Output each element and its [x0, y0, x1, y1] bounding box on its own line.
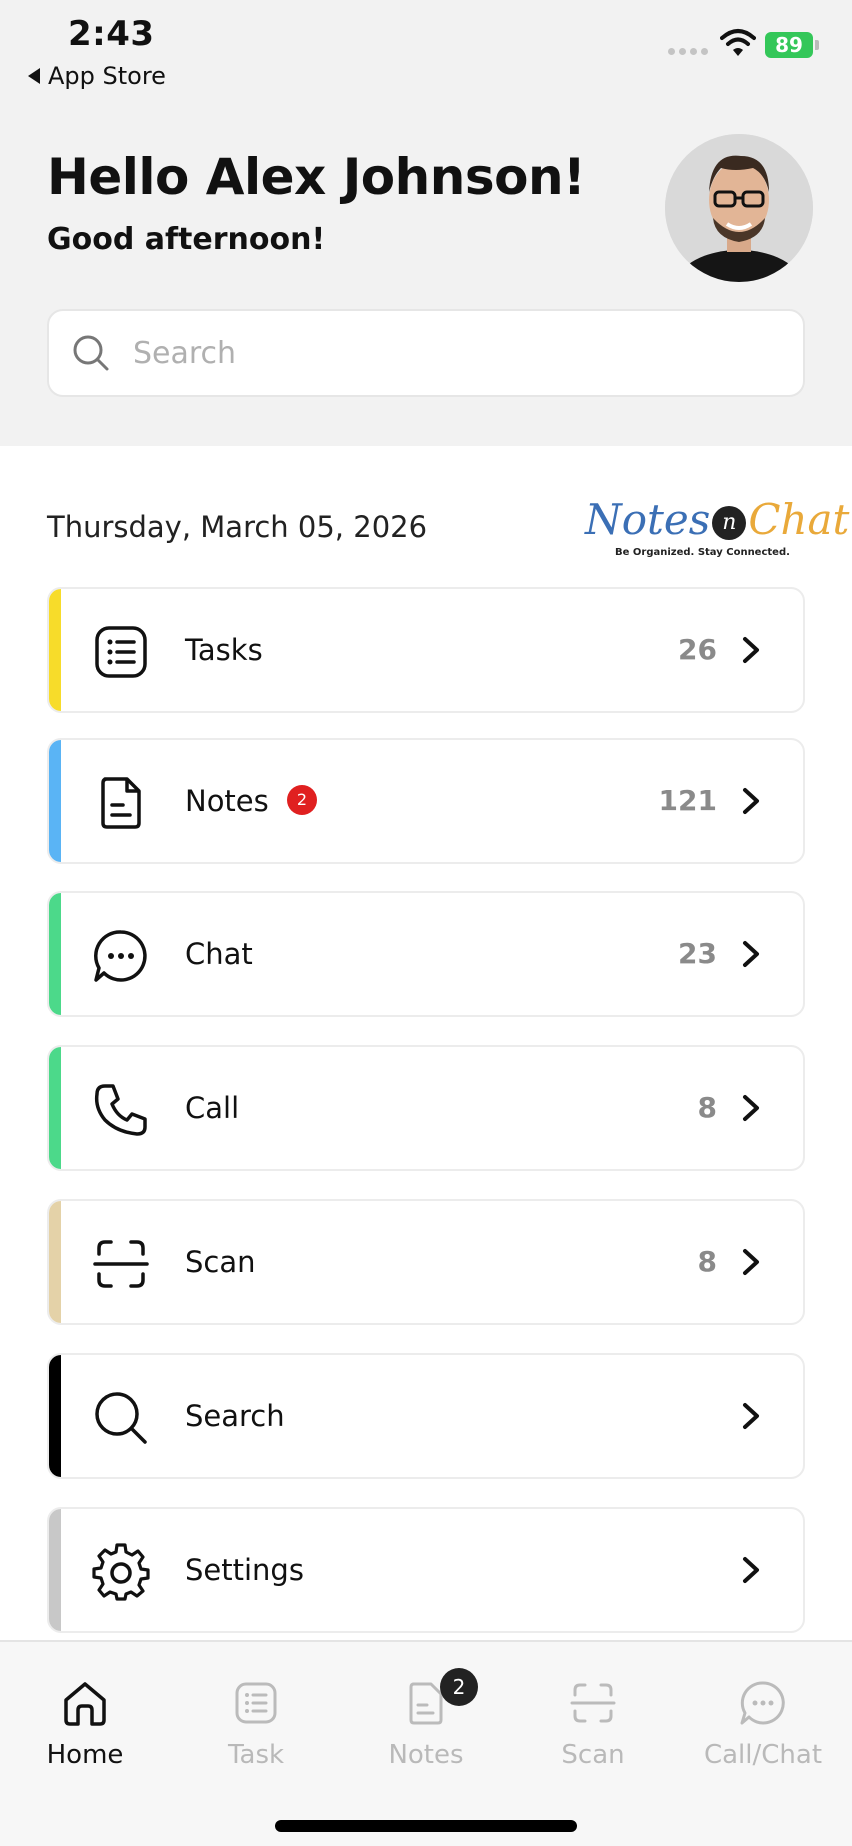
back-to-app-store[interactable]: App Store — [28, 62, 166, 90]
scan-icon — [570, 1683, 616, 1723]
chevron-right-icon — [743, 941, 759, 967]
cellular-signal-icon — [668, 48, 708, 55]
tab-label: Scan — [561, 1740, 625, 1770]
list-icon — [235, 1682, 277, 1724]
note-icon — [101, 777, 141, 829]
chevron-right-icon — [743, 637, 759, 663]
current-date: Thursday, March 05, 2026 — [47, 510, 428, 544]
menu-item-call[interactable]: Call 8 — [47, 1045, 805, 1171]
tab-home[interactable]: Home — [15, 1678, 155, 1770]
accent-bar — [49, 1201, 61, 1323]
tab-bar: Home Task 2 Notes Scan Call/Chat — [0, 1640, 852, 1846]
accent-bar — [49, 1355, 61, 1477]
search-placeholder: Search — [133, 335, 237, 371]
menu-item-label: Scan — [185, 1245, 256, 1279]
tab-scan[interactable]: Scan — [523, 1678, 663, 1770]
menu-item-label: Settings — [185, 1553, 304, 1587]
chevron-right-icon — [743, 788, 759, 814]
avatar-portrait — [665, 134, 813, 282]
tab-label: Call/Chat — [703, 1740, 823, 1770]
accent-bar — [49, 1047, 61, 1169]
menu-item-settings[interactable]: Settings — [47, 1507, 805, 1633]
status-time: 2:43 — [68, 14, 155, 54]
avatar[interactable] — [665, 134, 813, 282]
accent-bar — [49, 893, 61, 1015]
menu-item-label: Notes — [185, 784, 269, 818]
notification-badge: 2 — [287, 785, 317, 815]
menu-item-count: 121 — [658, 784, 717, 817]
tab-call-chat[interactable]: Call/Chat — [693, 1678, 833, 1770]
list-icon — [95, 626, 147, 678]
menu-item-search[interactable]: Search — [47, 1353, 805, 1479]
home-icon — [64, 1682, 106, 1726]
menu-item-count: 23 — [678, 937, 717, 970]
chevron-right-icon — [743, 1095, 759, 1121]
tab-label: Task — [227, 1740, 285, 1770]
logo-wordmark: Notes n Chat — [585, 495, 850, 544]
menu-item-tasks[interactable]: Tasks 26 — [47, 587, 805, 713]
accent-bar — [49, 740, 61, 862]
menu-item-label: Call — [185, 1091, 240, 1125]
tab-label: Notes — [388, 1740, 464, 1770]
menu-item-label: Search — [185, 1399, 285, 1433]
scan-icon — [93, 1240, 149, 1288]
back-arrow-icon — [28, 68, 40, 84]
chat-bubble-icon — [740, 1681, 785, 1725]
menu-item-label: Tasks — [185, 633, 263, 667]
accent-bar — [49, 1509, 61, 1631]
search-input[interactable]: Search — [47, 309, 805, 397]
home-indicator — [275, 1820, 577, 1832]
chevron-right-icon — [743, 1249, 759, 1275]
tab-label: Home — [46, 1740, 124, 1770]
home-screen: 2:43 App Store 89 Hello Alex Johnson! Go… — [0, 0, 852, 1846]
wifi-icon — [720, 29, 756, 56]
menu-item-notes[interactable]: Notes 2 121 — [47, 738, 805, 864]
search-icon — [95, 1392, 147, 1444]
menu-item-count: 26 — [678, 633, 717, 666]
back-app-label: App Store — [48, 62, 166, 90]
greeting-title: Hello Alex Johnson! — [47, 148, 586, 206]
phone-icon — [94, 1084, 147, 1136]
chat-bubble-icon — [94, 930, 147, 982]
battery-indicator: 89 — [765, 32, 813, 58]
greeting-subtitle: Good afternoon! — [47, 222, 326, 257]
notification-badge: 2 — [440, 1668, 478, 1706]
header: 2:43 App Store 89 Hello Alex Johnson! Go… — [0, 0, 852, 446]
chevron-right-icon — [743, 1403, 759, 1429]
tab-task[interactable]: Task — [186, 1678, 326, 1770]
notes-n-chat-logo: Notes n Chat Be Organized. Stay Connected. — [585, 495, 849, 565]
chevron-right-icon — [743, 1557, 759, 1583]
battery-tip — [815, 40, 819, 50]
menu-item-label: Chat — [185, 937, 253, 971]
menu-item-chat[interactable]: Chat 23 — [47, 891, 805, 1017]
menu-item-count: 8 — [697, 1091, 717, 1124]
accent-bar — [49, 589, 61, 711]
menu-item-scan[interactable]: Scan 8 — [47, 1199, 805, 1325]
search-icon — [73, 335, 109, 371]
gear-icon — [92, 1543, 150, 1601]
logo-tagline: Be Organized. Stay Connected. — [615, 547, 790, 558]
tab-notes[interactable]: 2 Notes — [356, 1668, 496, 1770]
menu-item-count: 8 — [697, 1245, 717, 1278]
